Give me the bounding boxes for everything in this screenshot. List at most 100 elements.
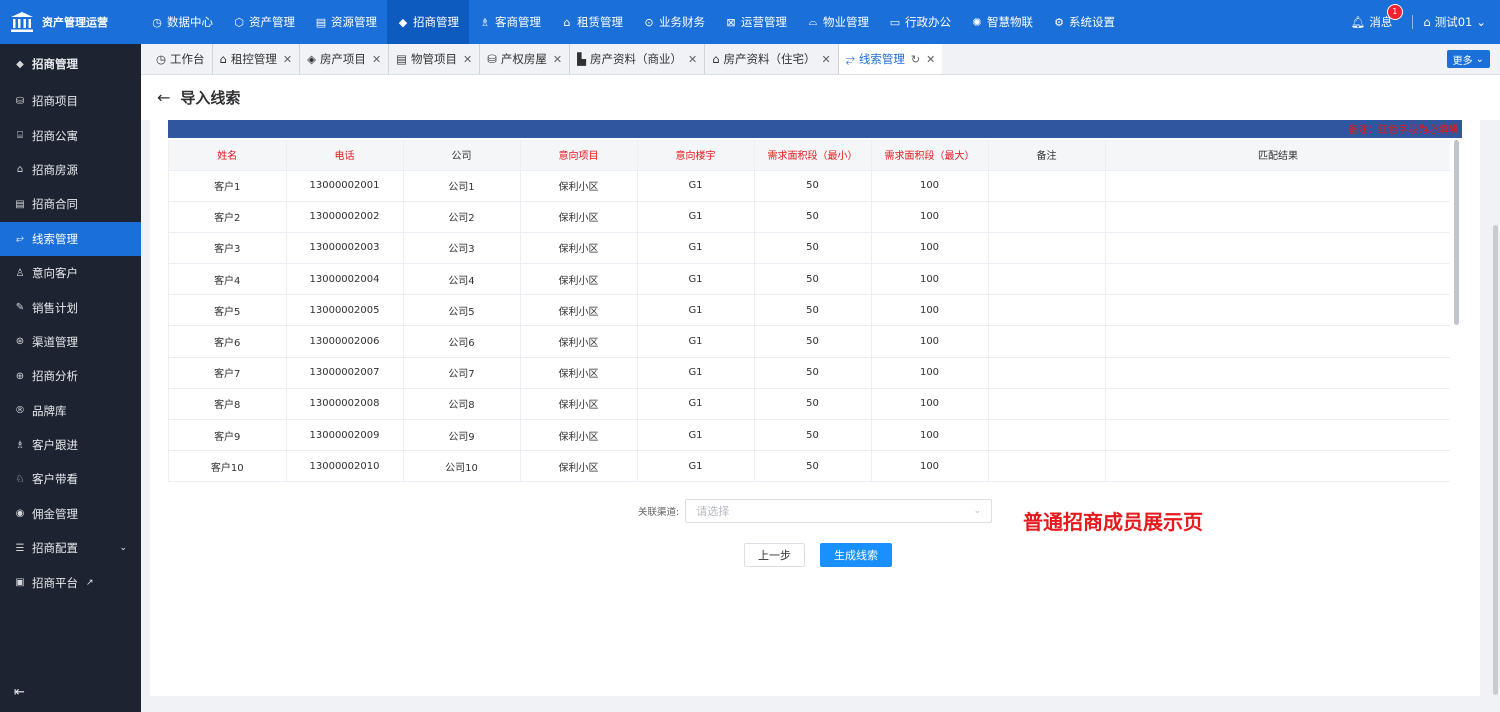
generate-leads-button[interactable]: 生成线索 [820, 543, 892, 567]
sidebar-item-channels[interactable]: ⊛ 渠道管理 [0, 325, 141, 359]
cell-area-max: 100 [871, 263, 989, 296]
cell-area-max: 100 [871, 232, 989, 265]
cubes-icon: ⛁ [15, 95, 25, 107]
sidebar-item-intended-customers[interactable]: ♙ 意向客户 [0, 256, 141, 290]
table-scrollbar-thumb[interactable] [1454, 140, 1459, 325]
close-icon[interactable]: ✕ [688, 53, 697, 66]
cell-match-result [1105, 357, 1450, 389]
topnav-item-settings[interactable]: ⚙ 系统设置 [1043, 0, 1125, 44]
group-icon: ♘ [15, 473, 25, 485]
topnav-label: 系统设置 [1069, 15, 1115, 29]
cell-match-result [1105, 450, 1450, 482]
page-header: ← 导入线索 [141, 75, 1500, 120]
topnav-item-resource[interactable]: ▤ 资源管理 [305, 0, 387, 44]
page-scrollbar[interactable] [1493, 225, 1498, 695]
topnav-label: 资源管理 [331, 15, 377, 29]
close-icon[interactable]: ✕ [553, 53, 562, 66]
tab-owned-houses[interactable]: ⛁ 产权房屋 ✕ [480, 44, 571, 74]
cell-area-min: 50 [754, 325, 872, 358]
tab-mgmt-projects[interactable]: ▤ 物管项目 ✕ [389, 44, 481, 74]
tab-bar: ◷ 工作台 ⌂ 租控管理 ✕ ◈ 房产项目 ✕ ▤ 物管项目 ✕ ⛁ 产权房屋 ✕ ▙ 房产资料（商… [141, 44, 1500, 75]
cell-area-min: 50 [754, 170, 872, 202]
sidebar-item-apartments[interactable]: ⌸ 招商公寓 [0, 118, 141, 152]
sidebar-item-contracts[interactable]: ▤ 招商合同 [0, 187, 141, 221]
channel-select[interactable]: 请选择 ⌄ [685, 499, 993, 523]
cell-remark [988, 419, 1106, 452]
cell-match-result [1105, 170, 1450, 202]
cell-building: G1 [637, 357, 755, 389]
cell-project: 保利小区 [520, 232, 638, 265]
sidebar-item-follow-up[interactable]: ♗ 客户跟进 [0, 428, 141, 462]
topnav-item-investment[interactable]: ◆ 招商管理 [387, 0, 469, 44]
sidebar-item-label: 渠道管理 [32, 334, 78, 349]
cell-match-result [1105, 201, 1450, 233]
topnav-item-data-center[interactable]: ◷ 数据中心 [141, 0, 223, 44]
cell-phone: 13000002001 [286, 170, 404, 202]
cell-company: 公司9 [403, 419, 521, 452]
cell-name: 客户7 [169, 357, 287, 389]
user-menu[interactable]: ⌂ 测试01 ⌄ [1423, 14, 1486, 30]
cubes-icon: ⛁ [487, 52, 497, 66]
sidebar-item-config[interactable]: ☰ 招商配置 ⌄ [0, 531, 141, 565]
sidebar-item-viewing[interactable]: ♘ 客户带看 [0, 462, 141, 496]
back-arrow-icon[interactable]: ← [157, 88, 170, 107]
topnav-item-admin[interactable]: ▭ 行政办公 [879, 0, 961, 44]
topnav-item-finance[interactable]: ⊙ 业务财务 [633, 0, 715, 44]
message-count-badge: 1 [1386, 4, 1403, 20]
close-icon[interactable]: ✕ [822, 53, 831, 66]
close-icon[interactable]: ✕ [372, 53, 381, 66]
messages-button[interactable]: 🔔︎ 消息 1 [1351, 4, 1407, 30]
topnav-item-operation[interactable]: ⊠ 运营管理 [715, 0, 797, 44]
tab-rent-control[interactable]: ⌂ 租控管理 ✕ [213, 44, 301, 74]
sidebar-item-leads[interactable]: ⥂ 线索管理 [0, 221, 141, 256]
topnav-item-iot[interactable]: ✺ 智慧物联 [961, 0, 1043, 44]
building-icon: ▤ [315, 15, 327, 29]
tab-workbench[interactable]: ◷ 工作台 [149, 44, 213, 74]
cell-area-min: 50 [754, 201, 872, 233]
sidebar-item-projects[interactable]: ⛁ 招商项目 [0, 84, 141, 118]
cube-icon: ⬡ [234, 15, 244, 29]
tab-leads[interactable]: ⥂ 线索管理 ↻ ✕ [838, 44, 943, 74]
sidebar-item-analysis[interactable]: ⊕ 招商分析 [0, 359, 141, 393]
topnav-item-lease[interactable]: ⌂ 租赁管理 [551, 0, 633, 44]
close-icon[interactable]: ✕ [926, 53, 935, 66]
tab-label: 物管项目 [411, 52, 458, 66]
chevron-down-icon: ⌄ [973, 506, 982, 516]
prev-step-button[interactable]: 上一步 [744, 543, 805, 567]
divider [1412, 15, 1414, 29]
cell-company: 公司2 [403, 201, 521, 233]
more-tabs-button[interactable]: 更多 ⌄ [1446, 50, 1490, 68]
sidebar-item-label: 销售计划 [32, 300, 78, 315]
tab-property-commercial[interactable]: ▙ 房产资料（商业） ✕ [570, 44, 706, 74]
tab-label: 线索管理 [858, 52, 905, 66]
table-scrollbar[interactable] [1454, 140, 1459, 482]
topnav-item-property[interactable]: ⌓ 物业管理 [797, 0, 879, 44]
close-icon[interactable]: ✕ [463, 53, 472, 66]
close-icon[interactable]: ✕ [283, 53, 292, 66]
app-logo[interactable]: 资产管理运营 [0, 0, 141, 44]
sidebar-item-sales-plan[interactable]: ✎ 销售计划 [0, 290, 141, 324]
sidebar-item-commission[interactable]: ◉ 佣金管理 [0, 497, 141, 531]
tab-property-residential[interactable]: ⌂ 房产资料（住宅） ✕ [705, 44, 839, 74]
table-row: 客户1 13000002001 公司1 保利小区 G1 50 100 [169, 170, 1450, 202]
cell-building: G1 [637, 201, 755, 233]
dashboard-icon: ◷ [152, 15, 162, 29]
sidebar-item-brands[interactable]: ® 品牌库 [0, 394, 141, 428]
topnav-label: 租赁管理 [577, 15, 623, 29]
collapse-menu-icon[interactable]: ⇤ [14, 685, 25, 700]
page-annotation: 普通招商成员展示页 [1023, 510, 1203, 534]
sidebar-item-listings[interactable]: ⌂ 招商房源 [0, 153, 141, 187]
cell-name: 客户9 [169, 419, 287, 452]
topnav-item-customer[interactable]: ♗ 客商管理 [469, 0, 551, 44]
cell-match-result [1105, 232, 1450, 265]
refresh-icon[interactable]: ↻ [911, 53, 920, 66]
cell-remark [988, 294, 1106, 327]
column-header-area-max: 需求面积段（最大） [871, 140, 989, 171]
topnav-item-asset[interactable]: ⬡ 资产管理 [223, 0, 305, 44]
sidebar-item-platform[interactable]: ▣ 招商平台 ↗ [0, 565, 141, 599]
cell-company: 公司4 [403, 263, 521, 296]
tab-property-projects[interactable]: ◈ 房产项目 ✕ [300, 44, 390, 74]
table-row: 客户8 13000002008 公司8 保利小区 G1 50 100 [169, 388, 1450, 421]
user-name: 测试01 [1434, 15, 1473, 29]
cell-area-min: 50 [754, 294, 872, 327]
